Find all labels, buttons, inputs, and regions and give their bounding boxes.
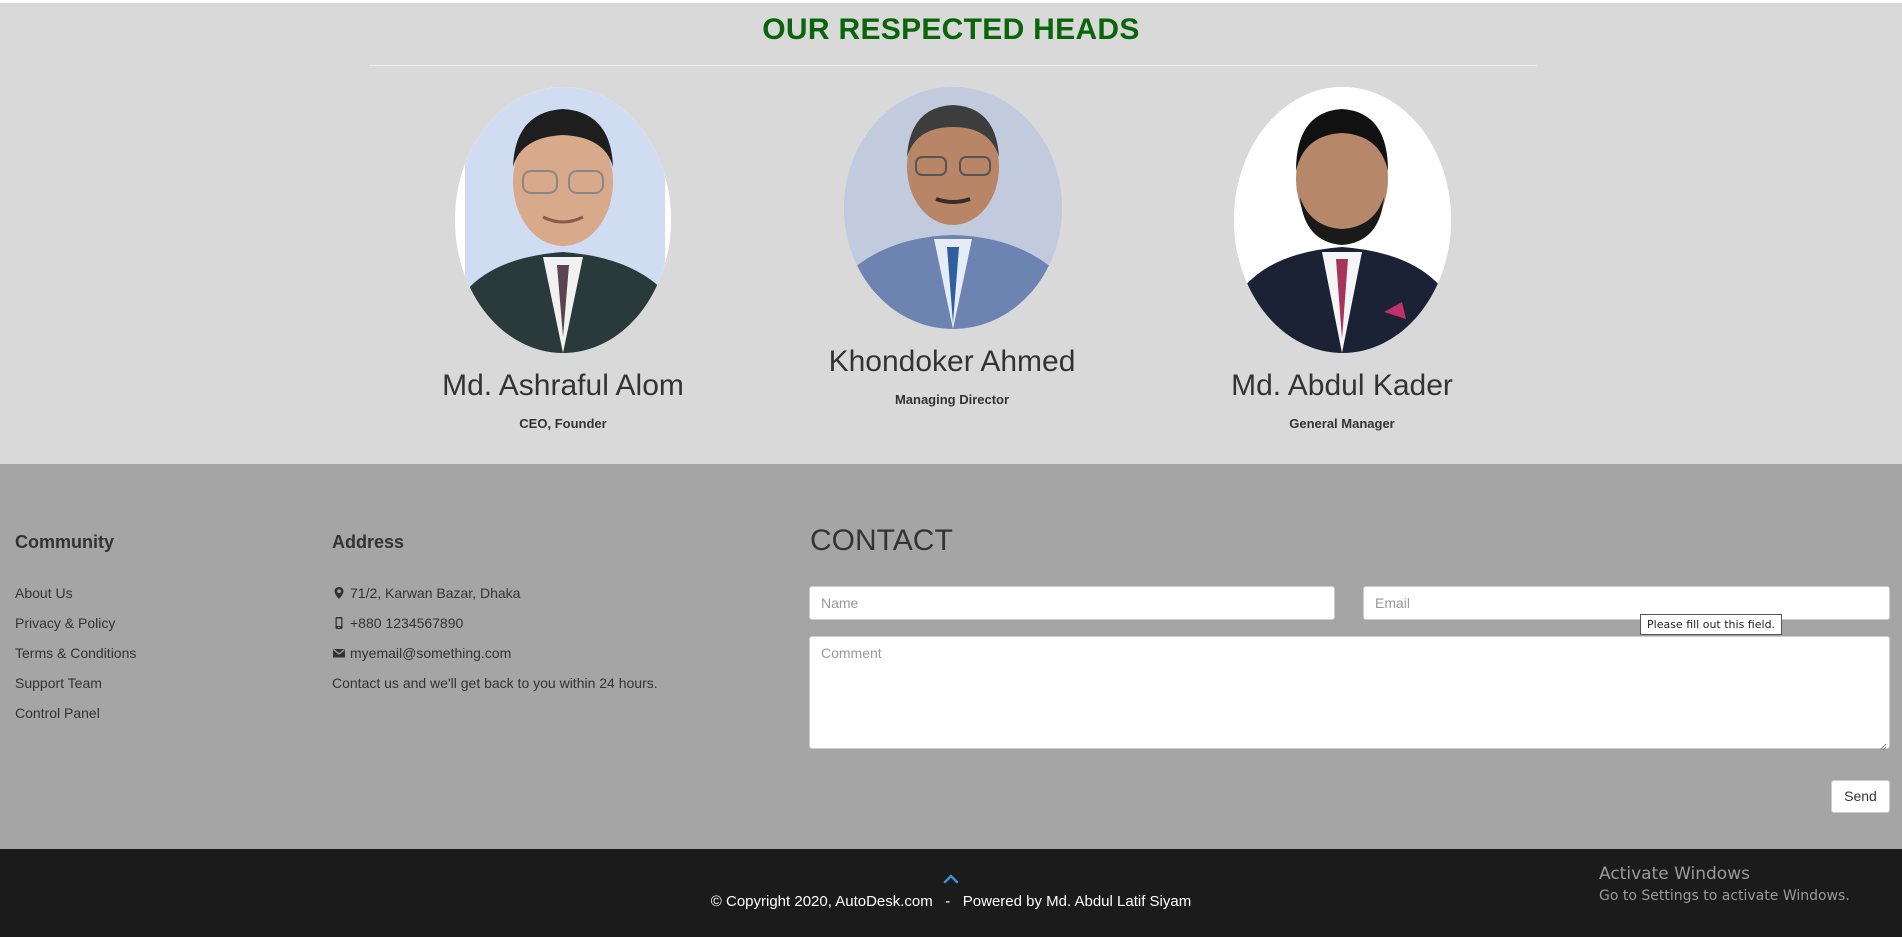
bottom-bar: © Copyright 2020, AutoDesk.com - Powered… xyxy=(0,849,1902,937)
address-email-text: myemail@something.com xyxy=(350,645,512,661)
contact-heading: CONTACT xyxy=(810,524,953,557)
address-heading: Address xyxy=(332,532,405,552)
person-role: Managing Director xyxy=(894,392,1010,407)
section-title: OUR RESPECTED HEADS xyxy=(762,13,1140,46)
respected-heads-section: OUR RESPECTED HEADS Md. Ashraful Alom CE… xyxy=(0,3,1902,464)
footer-link-support-team[interactable]: Support Team xyxy=(15,675,102,691)
person-photo-khondoker xyxy=(844,87,1062,329)
name-input[interactable]: Name xyxy=(809,586,1335,620)
person-name: Khondoker Ahmed xyxy=(828,345,1076,378)
activate-windows-subtitle: Go to Settings to activate Windows. xyxy=(1599,888,1850,904)
community-heading: Community xyxy=(15,532,114,552)
send-button[interactable]: Send xyxy=(1831,780,1890,813)
footer-link-about-us[interactable]: About Us xyxy=(15,585,73,601)
scroll-to-top-icon[interactable] xyxy=(943,871,959,884)
divider xyxy=(369,65,1537,66)
address-note: Contact us and we'll get back to you wit… xyxy=(332,675,658,691)
activate-windows-title: Activate Windows xyxy=(1599,864,1750,884)
address-location-text: 71/2, Karwan Bazar, Dhaka xyxy=(350,585,521,601)
validation-tooltip: Please fill out this field. xyxy=(1640,614,1783,635)
comment-textarea[interactable]: Comment xyxy=(809,636,1890,751)
footer-link-privacy-policy[interactable]: Privacy & Policy xyxy=(15,615,115,631)
person-role: General Manager xyxy=(1289,416,1395,431)
person-photo-ashraful xyxy=(455,87,671,353)
person-name: Md. Abdul Kader xyxy=(1231,369,1453,402)
phone-icon xyxy=(332,616,346,630)
envelope-icon xyxy=(332,646,346,660)
address-phone: +880 1234567890 xyxy=(332,615,463,631)
comment-placeholder: Comment xyxy=(821,645,882,661)
footer-link-control-panel[interactable]: Control Panel xyxy=(15,705,100,721)
resize-handle-icon[interactable] xyxy=(1879,738,1887,751)
person-photo-kader xyxy=(1234,87,1451,353)
person-role: CEO, Founder xyxy=(519,416,607,431)
map-marker-icon xyxy=(332,586,346,600)
address-phone-text: +880 1234567890 xyxy=(350,615,464,631)
address-location: 71/2, Karwan Bazar, Dhaka xyxy=(332,585,520,601)
site-footer: Community About Us Privacy & Policy Term… xyxy=(0,464,1902,849)
email-input[interactable]: Email xyxy=(1363,586,1890,620)
address-email: myemail@something.com xyxy=(332,645,511,661)
footer-link-terms-conditions[interactable]: Terms & Conditions xyxy=(15,645,136,661)
person-name: Md. Ashraful Alom xyxy=(442,369,684,402)
